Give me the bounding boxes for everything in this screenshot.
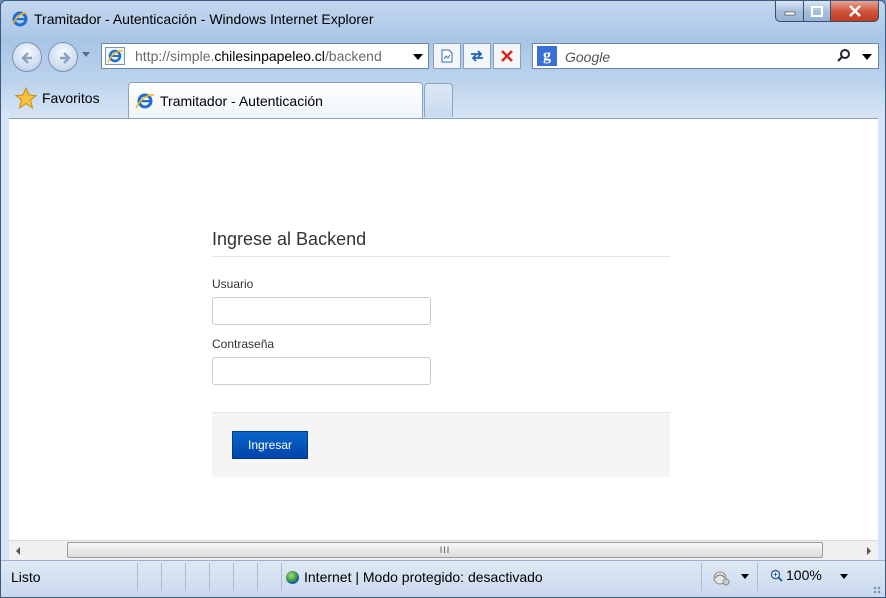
address-bar[interactable]: http://simple.chilesinpapeleo.cl/backend	[101, 43, 429, 69]
username-label: Usuario	[212, 277, 254, 291]
forward-button[interactable]	[48, 42, 78, 72]
refresh-button[interactable]	[463, 43, 491, 69]
maximize-icon	[811, 5, 823, 17]
security-zone[interactable]: Internet | Modo protegido: desactivado	[286, 569, 543, 585]
star-icon	[15, 87, 37, 109]
navigation-bar: http://simple.chilesinpapeleo.cl/backend…	[1, 39, 885, 75]
form-heading: Ingrese al Backend	[212, 229, 670, 257]
favorites-label: Favoritos	[42, 90, 100, 106]
tab-active[interactable]: Tramitador - Autenticación	[128, 82, 423, 118]
favorites-button[interactable]: Favoritos	[15, 85, 100, 111]
scroll-right-icon[interactable]	[867, 547, 871, 555]
status-divider	[185, 563, 186, 591]
scroll-thumb[interactable]: III	[67, 542, 823, 558]
status-text: Listo	[11, 569, 41, 585]
recent-pages-dropdown[interactable]	[82, 52, 90, 57]
privacy-settings-icon[interactable]	[711, 568, 733, 588]
horizontal-scrollbar[interactable]: III	[9, 540, 878, 560]
zoom-icon	[770, 569, 783, 582]
login-button[interactable]: Ingresar	[232, 431, 308, 459]
page-ie-icon	[105, 47, 125, 65]
address-url[interactable]: http://simple.chilesinpapeleo.cl/backend	[135, 48, 382, 64]
zoom-control[interactable]: 100%	[770, 567, 822, 583]
login-form: Ingrese al Backend Usuario Contraseña In…	[212, 229, 670, 477]
zone-text: Internet | Modo protegido: desactivado	[304, 569, 543, 585]
stop-icon	[501, 50, 513, 62]
compatibility-icon	[441, 49, 453, 63]
tab-title: Tramitador - Autenticación	[160, 93, 323, 109]
back-arrow-icon	[21, 52, 32, 64]
tab-ie-icon	[135, 93, 155, 109]
search-provider-dropdown[interactable]	[862, 54, 872, 60]
status-divider	[701, 563, 702, 591]
refresh-icon	[471, 50, 483, 62]
forward-arrow-icon	[60, 52, 71, 64]
google-logo-icon: g	[537, 46, 557, 66]
favorites-bar: Favoritos Tramitador - Autenticación	[1, 81, 885, 119]
resize-grip[interactable]	[873, 586, 881, 594]
stop-button[interactable]	[493, 43, 521, 69]
password-label: Contraseña	[212, 337, 275, 351]
status-divider	[281, 563, 282, 591]
zoom-level: 100%	[786, 567, 822, 583]
url-prefix: http://simple.	[135, 48, 215, 64]
globe-icon	[286, 570, 299, 584]
url-domain: chilesinpapeleo.cl	[214, 48, 325, 64]
status-divider	[257, 563, 258, 591]
close-icon	[848, 5, 861, 17]
status-divider	[757, 563, 758, 591]
status-divider	[137, 563, 138, 591]
search-icon[interactable]	[836, 48, 852, 64]
address-dropdown-icon[interactable]	[413, 54, 423, 60]
browser-window: Tramitador - Autenticación - Windows Int…	[0, 0, 886, 598]
title-bar: Tramitador - Autenticación - Windows Int…	[1, 1, 885, 37]
status-divider	[233, 563, 234, 591]
password-input[interactable]	[212, 357, 431, 385]
status-divider	[209, 563, 210, 591]
ie-logo-icon	[12, 11, 28, 27]
minimize-button[interactable]	[775, 1, 804, 22]
username-input[interactable]	[212, 297, 431, 325]
form-actions: Ingresar	[212, 412, 670, 477]
back-button[interactable]	[12, 42, 42, 72]
window-title: Tramitador - Autenticación - Windows Int…	[34, 11, 374, 27]
scroll-left-icon[interactable]	[16, 547, 20, 555]
page-content: Ingrese al Backend Usuario Contraseña In…	[9, 118, 878, 541]
new-tab-button[interactable]	[424, 83, 453, 117]
maximize-button[interactable]	[804, 1, 831, 22]
status-bar: Listo Internet | Modo protegido: desacti…	[1, 560, 885, 597]
url-path: /backend	[324, 48, 382, 64]
minimize-icon	[784, 11, 795, 16]
search-box[interactable]: g Google	[532, 43, 879, 69]
close-button[interactable]	[831, 1, 879, 22]
privacy-dropdown[interactable]	[741, 574, 749, 579]
compatibility-view-button[interactable]	[433, 43, 461, 69]
search-placeholder: Google	[565, 49, 611, 65]
window-controls	[775, 1, 879, 23]
zoom-dropdown[interactable]	[840, 574, 848, 579]
status-divider	[161, 563, 162, 591]
